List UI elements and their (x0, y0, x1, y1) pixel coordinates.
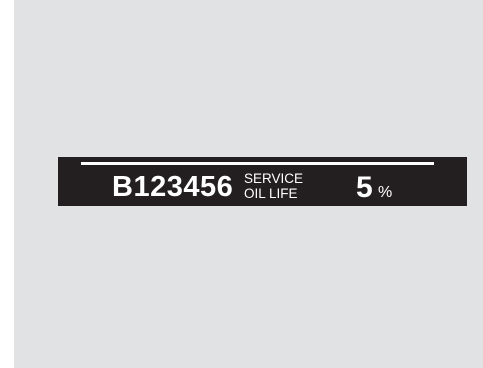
maintenance-code: B123456 (112, 171, 234, 203)
oil-life-value: 5 (356, 171, 373, 204)
divider-line (81, 162, 434, 165)
oil-life-unit: % (378, 184, 393, 201)
oil-life-display: B123456 SERVICE OIL LIFE 5 % (58, 157, 467, 206)
label-service: SERVICE (244, 171, 304, 186)
background-panel: B123456 SERVICE OIL LIFE 5 % (14, 0, 483, 368)
label-oil-life: OIL LIFE (244, 186, 298, 201)
service-oil-life-label: SERVICE OIL LIFE (244, 171, 303, 201)
